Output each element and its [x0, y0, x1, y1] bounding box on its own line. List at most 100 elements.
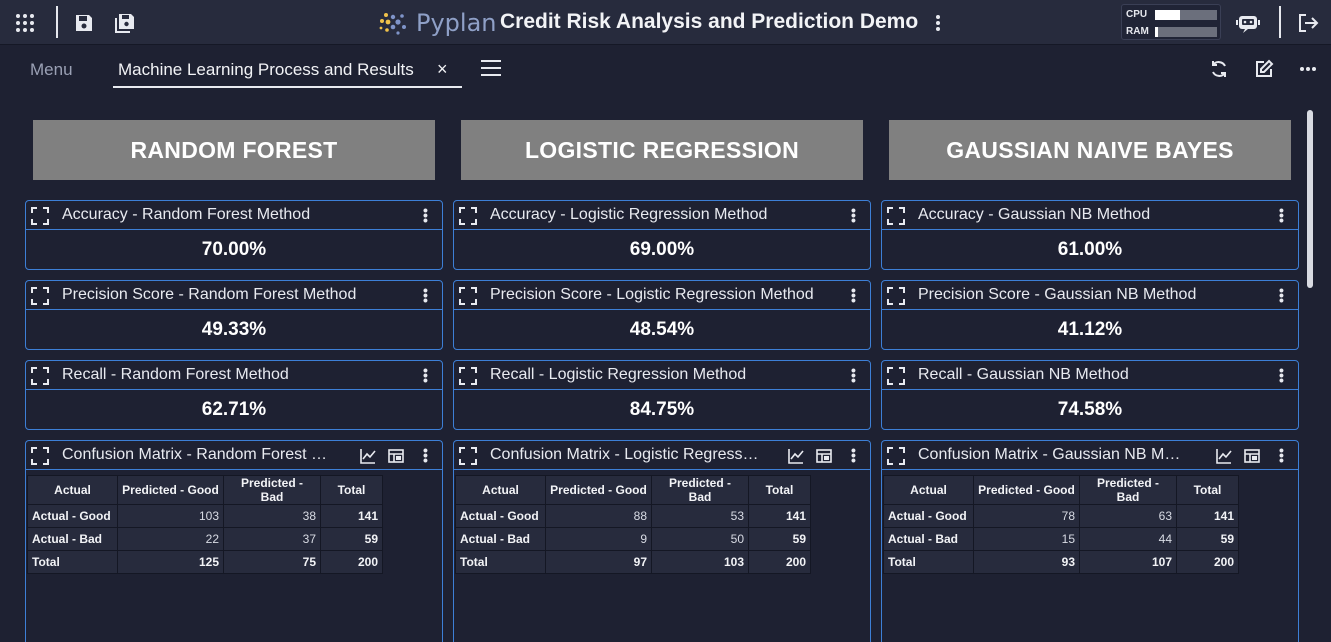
- logout-icon[interactable]: [1296, 11, 1320, 35]
- table-cell: 59: [320, 527, 383, 551]
- card-title: Accuracy - Random Forest Method: [62, 206, 311, 223]
- app-title: Credit Risk Analysis and Prediction Demo: [500, 10, 919, 33]
- toolbar-divider: [56, 6, 58, 38]
- header-random-forest: RANDOM FOREST: [33, 120, 435, 180]
- card-header: Accuracy - Gaussian NB Method • • •: [882, 201, 1298, 230]
- expand-icon[interactable]: [31, 207, 49, 225]
- row-header: Total: [455, 550, 546, 574]
- card-menu-icon[interactable]: • • •: [1279, 443, 1285, 467]
- card-menu-icon[interactable]: • • •: [851, 203, 857, 227]
- table-row: Actual - Good 103 38 141: [27, 504, 383, 528]
- table-cell: 50: [651, 527, 749, 551]
- table-view-icon[interactable]: [388, 448, 404, 464]
- confusion-matrix-card: Confusion Matrix - Logistic Regression M…: [453, 440, 871, 642]
- expand-icon[interactable]: [459, 367, 477, 385]
- tab-machine-learning[interactable]: Machine Learning Process and Results ×: [113, 46, 462, 88]
- ram-usage-fill: [1155, 27, 1159, 37]
- cpu-usage-fill: [1155, 10, 1180, 20]
- scrollbar-thumb[interactable]: [1307, 110, 1313, 288]
- row-header: Actual - Bad: [27, 527, 118, 551]
- edit-icon[interactable]: [1253, 58, 1275, 80]
- expand-icon[interactable]: [887, 207, 905, 225]
- card-title: Recall - Random Forest Method: [62, 366, 289, 383]
- resource-monitor: CPU RAM: [1121, 4, 1221, 40]
- card-value: 70.00%: [201, 239, 267, 260]
- card-header: Precision Score - Gaussian NB Method • • •: [882, 281, 1298, 310]
- column-header: Predicted - Good: [973, 475, 1080, 505]
- card-title: Recall - Gaussian NB Method: [918, 366, 1129, 383]
- card-menu-icon[interactable]: • • •: [1279, 363, 1285, 387]
- table-view-icon[interactable]: [816, 448, 832, 464]
- table-row: Actual - Good 78 63 141: [883, 504, 1239, 528]
- expand-icon[interactable]: [31, 367, 49, 385]
- table-cell: 59: [748, 527, 811, 551]
- tab-menu[interactable]: Menu: [30, 60, 73, 80]
- table-cell: 200: [1176, 550, 1239, 574]
- card-title: Accuracy - Gaussian NB Method: [918, 206, 1151, 223]
- card-value: 48.54%: [629, 319, 695, 340]
- table-row: Total 125 75 200: [27, 550, 383, 574]
- table-row: Total 93 107 200: [883, 550, 1239, 574]
- table-cell: 103: [651, 550, 749, 574]
- table-cell: 44: [1079, 527, 1177, 551]
- table-row: Actual - Good 88 53 141: [455, 504, 811, 528]
- card-header: Precision Score - Logistic Regression Me…: [454, 281, 870, 310]
- assistant-bot-icon[interactable]: [1236, 11, 1260, 35]
- card-header: Precision Score - Random Forest Method •…: [26, 281, 442, 310]
- card-menu-icon[interactable]: • • •: [851, 363, 857, 387]
- refresh-icon[interactable]: [1208, 58, 1230, 80]
- table-row: Actual - Bad 15 44 59: [883, 527, 1239, 551]
- apps-grid-icon[interactable]: [13, 11, 37, 35]
- cpu-label: CPU: [1126, 9, 1148, 20]
- metric-card: Accuracy - Logistic Regression Method • •…: [453, 200, 871, 270]
- card-menu-icon[interactable]: • • •: [423, 443, 429, 467]
- expand-icon[interactable]: [887, 367, 905, 385]
- card-menu-icon[interactable]: • • •: [423, 203, 429, 227]
- card-value: 69.00%: [629, 239, 695, 260]
- table-cell: 93: [973, 550, 1080, 574]
- table-cell: 38: [223, 504, 321, 528]
- table-cell: 59: [1176, 527, 1239, 551]
- confusion-matrix-table: Actual Predicted - Good Predicted - Bad …: [27, 475, 383, 574]
- card-menu-icon[interactable]: • • •: [423, 283, 429, 307]
- table-cell: 107: [1079, 550, 1177, 574]
- table-cell: 53: [651, 504, 749, 528]
- vertical-scrollbar[interactable]: [1305, 108, 1315, 642]
- brand-name: Pyplan: [416, 9, 497, 37]
- card-title: Recall - Logistic Regression Method: [490, 366, 747, 383]
- more-options-icon[interactable]: [1297, 58, 1319, 80]
- card-menu-icon[interactable]: • • •: [851, 283, 857, 307]
- table-cell: 141: [748, 504, 811, 528]
- card-title: Confusion Matrix - Gaussian NB Method: [918, 446, 1188, 463]
- card-value: 62.71%: [201, 399, 267, 420]
- chart-view-icon[interactable]: [788, 448, 804, 464]
- close-tab-icon[interactable]: ×: [437, 59, 448, 80]
- expand-icon[interactable]: [31, 447, 49, 465]
- card-menu-icon[interactable]: • • •: [1279, 203, 1285, 227]
- app-menu-kebab-icon[interactable]: [926, 11, 950, 35]
- chart-view-icon[interactable]: [1216, 448, 1232, 464]
- ram-label: RAM: [1126, 26, 1149, 37]
- card-title: Precision Score - Gaussian NB Method: [918, 286, 1197, 303]
- card-menu-icon[interactable]: • • •: [423, 363, 429, 387]
- column-header: Total: [748, 475, 811, 505]
- hamburger-menu-icon[interactable]: [481, 60, 501, 78]
- card-header: Confusion Matrix - Gaussian NB Method • •…: [882, 441, 1298, 470]
- chart-view-icon[interactable]: [360, 448, 376, 464]
- save-icon[interactable]: [72, 11, 96, 35]
- table-cell: 15: [973, 527, 1080, 551]
- column-header: Actual: [27, 475, 118, 505]
- expand-icon[interactable]: [887, 287, 905, 305]
- expand-icon[interactable]: [459, 447, 477, 465]
- expand-icon[interactable]: [459, 207, 477, 225]
- expand-icon[interactable]: [31, 287, 49, 305]
- card-menu-icon[interactable]: • • •: [851, 443, 857, 467]
- expand-icon[interactable]: [887, 447, 905, 465]
- card-menu-icon[interactable]: • • •: [1279, 283, 1285, 307]
- save-as-icon[interactable]: [113, 11, 137, 35]
- table-view-icon[interactable]: [1244, 448, 1260, 464]
- expand-icon[interactable]: [459, 287, 477, 305]
- table-cell: 9: [545, 527, 652, 551]
- confusion-matrix-table: Actual Predicted - Good Predicted - Bad …: [883, 475, 1239, 574]
- card-title: Precision Score - Random Forest Method: [62, 286, 357, 303]
